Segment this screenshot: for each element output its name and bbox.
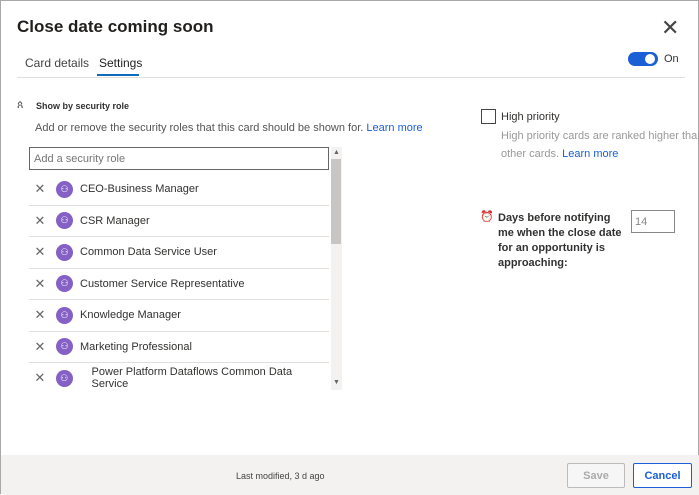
role-avatar-icon: ⚇: [56, 338, 73, 356]
tab-card-details[interactable]: Card details: [25, 56, 89, 70]
high-priority-label: High priority: [501, 111, 560, 123]
close-icon[interactable]: ✕: [661, 15, 679, 41]
role-avatar-icon: ⚇: [56, 275, 73, 293]
security-role-input[interactable]: [29, 147, 329, 170]
role-avatar-icon: ⚇: [56, 306, 73, 324]
high-priority-checkbox[interactable]: [481, 109, 496, 124]
tab-divider: [17, 77, 685, 78]
cancel-button[interactable]: Cancel: [633, 463, 692, 488]
active-tab-indicator: [97, 74, 139, 76]
role-name: CEO-Business Manager: [80, 183, 199, 196]
role-avatar-icon: ⚇: [56, 243, 73, 261]
tab-settings[interactable]: Settings: [99, 56, 142, 70]
remove-icon[interactable]: ✕: [29, 213, 51, 229]
scroll-down-icon[interactable]: ▼: [333, 379, 340, 386]
people-icon: ጰ: [17, 99, 24, 111]
security-role-description: Add or remove the security roles that th…: [35, 122, 423, 134]
days-input[interactable]: [631, 210, 675, 233]
list-item: ✕ ⚇ Common Data Service User: [29, 237, 329, 269]
role-name: Customer Service Representative: [80, 277, 245, 290]
remove-icon[interactable]: ✕: [29, 244, 51, 260]
role-name: Marketing Professional: [80, 340, 192, 353]
alarm-clock-icon: ⏰: [480, 211, 494, 223]
list-item: ✕ ⚇ Customer Service Representative: [29, 269, 329, 300]
role-avatar-icon: ⚇: [55, 369, 73, 387]
on-toggle[interactable]: [628, 52, 658, 66]
security-role-heading: Show by security role: [36, 101, 130, 111]
list-item: ✕ ⚇ CEO-Business Manager: [29, 174, 329, 206]
remove-icon[interactable]: ✕: [29, 181, 51, 197]
remove-icon[interactable]: ✕: [29, 339, 51, 355]
role-name: Knowledge Manager: [80, 309, 181, 322]
last-modified: Last modified, 3 d ago: [236, 471, 325, 481]
role-avatar-icon: ⚇: [56, 180, 73, 198]
scroll-up-icon[interactable]: ▲: [333, 149, 340, 156]
remove-icon[interactable]: ✕: [29, 276, 51, 292]
role-name: Power Platform Dataflows Common Data Ser…: [91, 366, 293, 390]
role-name: CSR Manager: [80, 214, 150, 227]
list-item: ✕ ⚇ Power Platform Dataflows Common Data S…: [29, 363, 329, 390]
days-label: Days before notifying me when the close …: [498, 212, 622, 269]
remove-icon[interactable]: ✕: [29, 307, 51, 323]
scrollbar-thumb[interactable]: [331, 159, 341, 244]
save-button[interactable]: Save: [567, 463, 625, 488]
toggle-label: On: [664, 53, 679, 65]
list-item: ✕ ⚇ Marketing Professional: [29, 332, 329, 363]
high-priority-description: High priority cards are ranked higher th…: [501, 127, 699, 163]
list-item: ✕ ⚇ CSR Manager: [29, 206, 329, 237]
role-name: Common Data Service User: [80, 246, 217, 259]
security-role-list: ✕⚇CEO-Business Manager ✕⚇CSR Manager ✕⚇C…: [29, 147, 342, 390]
list-item: ✕ ⚇ Knowledge Manager: [29, 300, 329, 332]
remove-icon[interactable]: ✕: [29, 370, 51, 386]
description-text: Add or remove the security roles that th…: [35, 122, 364, 134]
role-avatar-icon: ⚇: [56, 212, 73, 230]
dialog-title: Close date coming soon: [17, 17, 214, 36]
learn-more-link[interactable]: Learn more: [366, 122, 422, 134]
learn-more-link[interactable]: Learn more: [562, 148, 618, 160]
